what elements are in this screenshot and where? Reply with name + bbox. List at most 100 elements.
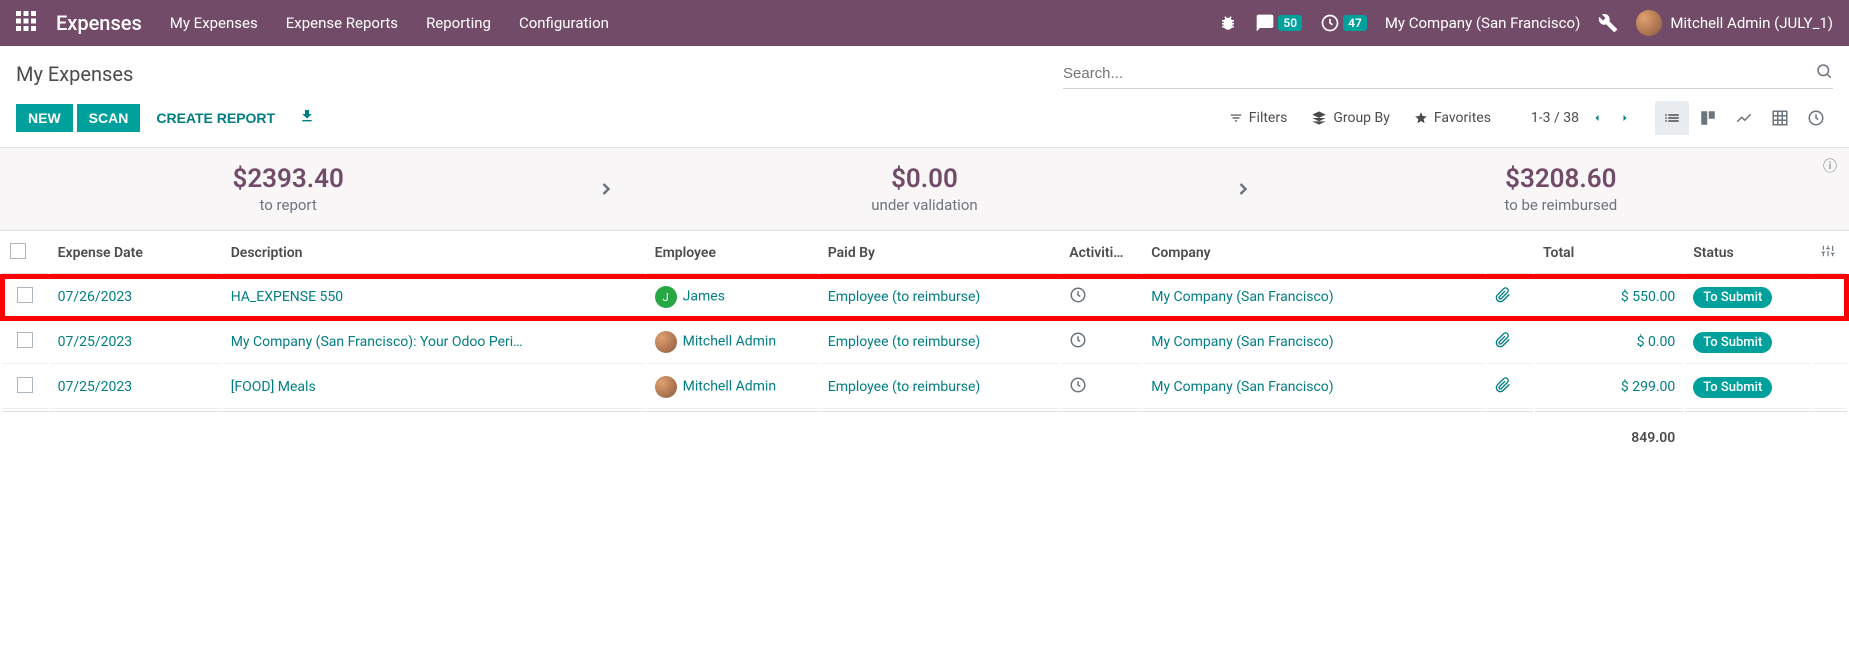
cell-description[interactable]: My Company (San Francisco): Your Odoo Pe… (223, 321, 645, 364)
cell-total[interactable]: $ 550.00 (1535, 276, 1683, 319)
favorites-button[interactable]: Favorites (1414, 110, 1491, 126)
cell-attachment[interactable] (1487, 366, 1533, 409)
groupby-label: Group By (1333, 110, 1390, 126)
menu-configuration[interactable]: Configuration (519, 14, 609, 32)
cell-date[interactable]: 07/25/2023 (50, 321, 221, 364)
pager-prev[interactable] (1587, 105, 1607, 132)
pager-range[interactable]: 1-3 / 38 (1531, 110, 1579, 126)
cell-paid-by[interactable]: Employee (to reimburse) (820, 276, 1060, 319)
cell-date[interactable]: 07/25/2023 (50, 366, 221, 409)
search-icon[interactable] (1815, 62, 1833, 84)
table-footer-row: 849.00 (2, 411, 1847, 464)
cell-attachment[interactable] (1487, 276, 1533, 319)
cell-description[interactable]: [FOOD] Meals (223, 366, 645, 409)
col-employee[interactable]: Employee (647, 233, 818, 274)
messages-icon[interactable]: 50 (1255, 13, 1302, 33)
chevron-right-icon (1213, 173, 1273, 206)
filters-button[interactable]: Filters (1229, 110, 1288, 126)
view-graph-icon[interactable] (1727, 101, 1761, 135)
search-box[interactable] (1063, 58, 1833, 89)
cell-description[interactable]: HA_EXPENSE 550 (223, 276, 645, 319)
dash-to-report-label: to report (0, 196, 576, 214)
attachment-icon[interactable] (1495, 381, 1511, 397)
menu-expense-reports[interactable]: Expense Reports (286, 14, 398, 32)
view-activity-icon[interactable] (1799, 101, 1833, 135)
optional-columns-icon[interactable] (1813, 233, 1847, 274)
clock-icon[interactable] (1069, 337, 1087, 353)
menu-my-expenses[interactable]: My Expenses (170, 14, 258, 32)
table-row[interactable]: 07/25/2023My Company (San Francisco): Yo… (2, 321, 1847, 364)
search-input[interactable] (1063, 65, 1815, 82)
groupby-button[interactable]: Group By (1311, 110, 1390, 126)
col-activities[interactable]: Activiti… (1061, 233, 1141, 274)
activities-icon[interactable]: 47 (1320, 13, 1367, 33)
attachment-icon[interactable] (1495, 291, 1511, 307)
app-brand[interactable]: Expenses (56, 11, 142, 35)
cell-activity[interactable] (1061, 276, 1141, 319)
cell-attachment[interactable] (1487, 321, 1533, 364)
table-row[interactable]: 07/25/2023[FOOD] MealsMitchell AdminEmpl… (2, 366, 1847, 409)
cell-company[interactable]: My Company (San Francisco) (1143, 366, 1485, 409)
filters-label: Filters (1249, 110, 1288, 126)
create-report-button[interactable]: CREATE REPORT (144, 104, 287, 132)
dash-under-val-amount: $0.00 (636, 164, 1212, 194)
cell-paid-by[interactable]: Employee (to reimburse) (820, 321, 1060, 364)
help-icon[interactable]: ⓘ (1823, 156, 1837, 176)
col-total[interactable]: Total (1535, 233, 1683, 274)
control-panel: My Expenses NEW SCAN CREATE REPORT Filte… (0, 46, 1849, 147)
status-badge: To Submit (1693, 287, 1772, 308)
col-status[interactable]: Status (1685, 233, 1810, 274)
user-avatar (1636, 10, 1662, 36)
view-pivot-icon[interactable] (1763, 101, 1797, 135)
dash-to-reimburse-label: to be reimbursed (1273, 196, 1849, 214)
cell-company[interactable]: My Company (San Francisco) (1143, 321, 1485, 364)
clock-icon[interactable] (1069, 382, 1087, 398)
col-date[interactable]: Expense Date (50, 233, 221, 274)
dash-to-reimburse-amount: $3208.60 (1273, 164, 1849, 194)
cell-company[interactable]: My Company (San Francisco) (1143, 276, 1485, 319)
clock-icon[interactable] (1069, 292, 1087, 308)
row-checkbox[interactable] (17, 332, 33, 348)
cell-employee[interactable]: JJames (647, 276, 818, 319)
cell-paid-by[interactable]: Employee (to reimburse) (820, 366, 1060, 409)
cell-activity[interactable] (1061, 321, 1141, 364)
view-switcher (1655, 101, 1833, 135)
cell-total[interactable]: $ 0.00 (1535, 321, 1683, 364)
col-description[interactable]: Description (223, 233, 645, 274)
dash-to-report[interactable]: $2393.40 to report (0, 164, 576, 214)
download-icon[interactable] (299, 108, 315, 128)
chevron-right-icon (576, 173, 636, 206)
apps-icon[interactable] (16, 11, 40, 35)
scan-button[interactable]: SCAN (77, 104, 141, 132)
cell-total[interactable]: $ 299.00 (1535, 366, 1683, 409)
user-name: Mitchell Admin (JULY_1) (1670, 14, 1833, 32)
dash-to-reimburse[interactable]: $3208.60 to be reimbursed (1273, 164, 1849, 214)
row-checkbox[interactable] (17, 287, 33, 303)
row-checkbox[interactable] (17, 377, 33, 393)
expense-dashboard: $2393.40 to report $0.00 under validatio… (0, 147, 1849, 231)
messages-badge: 50 (1278, 15, 1302, 31)
employee-avatar (655, 376, 677, 398)
menu-reporting[interactable]: Reporting (426, 14, 491, 32)
dash-under-validation[interactable]: $0.00 under validation (636, 164, 1212, 214)
cell-employee[interactable]: Mitchell Admin (647, 366, 818, 409)
select-all-checkbox[interactable] (10, 243, 26, 259)
view-kanban-icon[interactable] (1691, 101, 1725, 135)
col-company[interactable]: Company (1143, 233, 1485, 274)
dash-under-val-label: under validation (636, 196, 1212, 214)
settings-icon[interactable] (1598, 13, 1618, 33)
company-selector[interactable]: My Company (San Francisco) (1385, 14, 1580, 32)
col-paid-by[interactable]: Paid By (820, 233, 1060, 274)
cell-activity[interactable] (1061, 366, 1141, 409)
new-button[interactable]: NEW (16, 104, 73, 132)
debug-icon[interactable] (1219, 14, 1237, 32)
attachment-icon[interactable] (1495, 336, 1511, 352)
cell-date[interactable]: 07/26/2023 (50, 276, 221, 319)
cell-employee[interactable]: Mitchell Admin (647, 321, 818, 364)
navbar-right: 50 47 My Company (San Francisco) Mitchel… (1219, 10, 1833, 36)
top-navbar: Expenses My Expenses Expense Reports Rep… (0, 0, 1849, 46)
table-row[interactable]: 07/26/2023HA_EXPENSE 550JJamesEmployee (… (2, 276, 1847, 319)
user-menu[interactable]: Mitchell Admin (JULY_1) (1636, 10, 1833, 36)
view-list-icon[interactable] (1655, 101, 1689, 135)
pager-next[interactable] (1615, 105, 1635, 132)
